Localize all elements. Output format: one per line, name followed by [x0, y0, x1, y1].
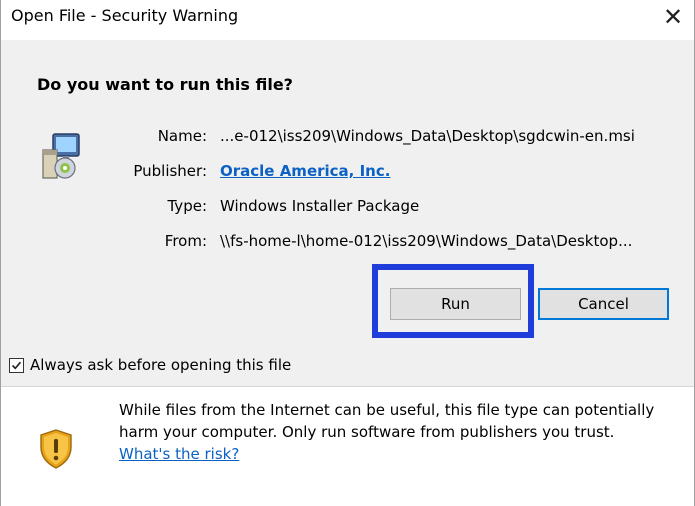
warning-text: While files from the Internet can be use… [119, 399, 679, 465]
warning-line-1: While files from the Internet can be use… [119, 401, 655, 419]
name-value: ...e-012\iss209\Windows_Data\Desktop\sgd… [220, 127, 635, 145]
always-ask-label: Always ask before opening this file [30, 356, 292, 374]
close-button[interactable]: ✕ [658, 2, 688, 32]
window-title: Open File - Security Warning [11, 6, 239, 25]
warning-shield-icon [40, 429, 72, 469]
from-label: From: [164, 232, 207, 250]
warning-footer: While files from the Internet can be use… [1, 387, 694, 506]
checkmark-icon [11, 361, 22, 370]
publisher-label: Publisher: [133, 162, 207, 180]
warning-line-2: harm your computer. Only run software fr… [119, 423, 615, 441]
cancel-button[interactable]: Cancel [538, 288, 669, 320]
from-value: \\fs-home-l\home-012\iss209\Windows_Data… [220, 232, 633, 250]
security-warning-dialog: Open File - Security Warning ✕ Do you wa… [0, 0, 695, 506]
name-label: Name: [157, 127, 207, 145]
title-bar: Open File - Security Warning ✕ [1, 0, 694, 40]
type-label: Type: [167, 197, 207, 215]
dialog-question: Do you want to run this file? [37, 75, 293, 94]
whats-the-risk-link[interactable]: What's the risk? [119, 445, 239, 463]
run-button-highlight [372, 264, 534, 338]
type-value: Windows Installer Package [220, 197, 420, 215]
always-ask-checkbox[interactable] [9, 358, 24, 373]
publisher-link[interactable]: Oracle America, Inc. [220, 162, 390, 180]
dialog-body: Do you want to run this file? Name: ...e… [1, 40, 694, 386]
